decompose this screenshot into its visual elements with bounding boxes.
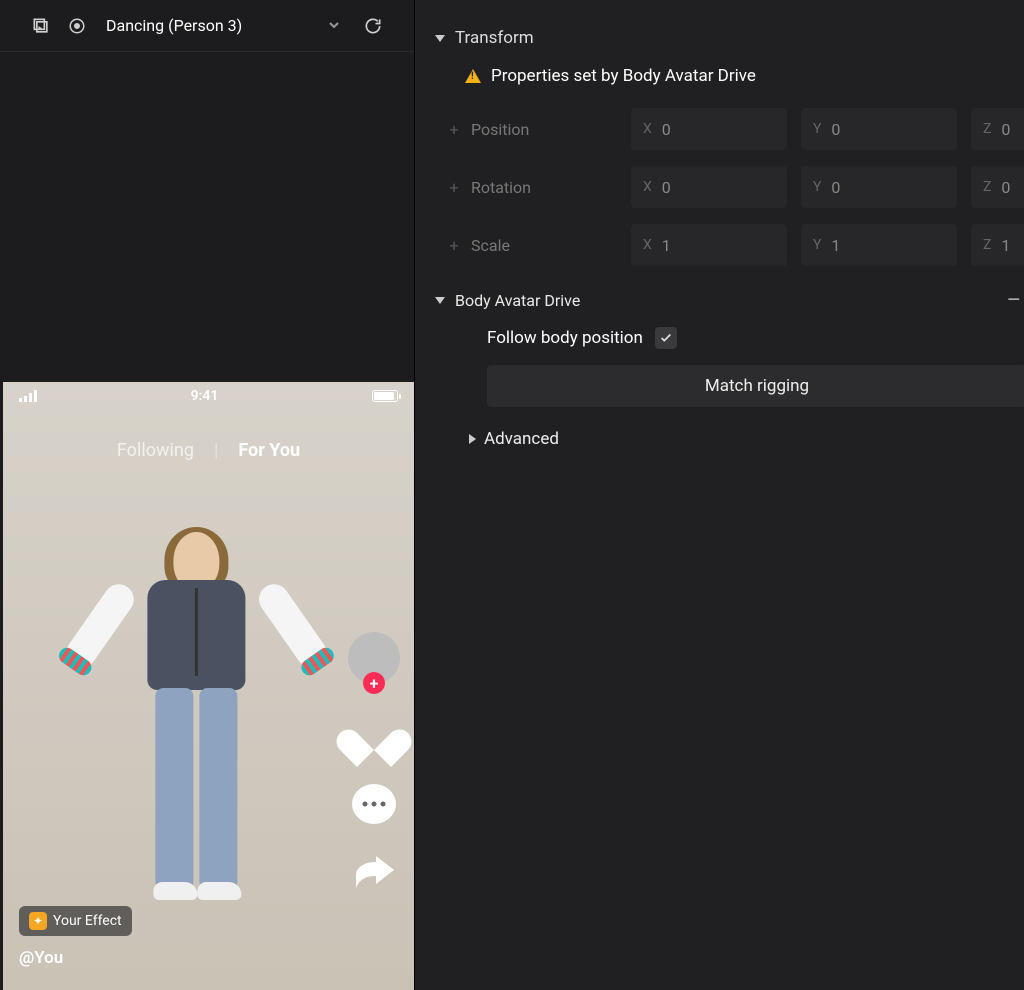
battery-icon	[372, 390, 398, 402]
refresh-icon[interactable]	[362, 15, 384, 37]
rotation-label: Rotation	[471, 178, 621, 197]
follow-body-position-checkbox[interactable]	[655, 327, 677, 349]
follow-plus-icon[interactable]: +	[363, 672, 385, 694]
preview-source-dropdown[interactable]: Dancing (Person 3)	[102, 10, 348, 42]
rotation-y-input[interactable]: Y0	[801, 166, 957, 208]
transform-title: Transform	[455, 28, 534, 48]
remove-component-icon[interactable]: –	[1007, 288, 1024, 313]
body-avatar-drive-title: Body Avatar Drive	[455, 291, 580, 310]
scale-y-input[interactable]: Y1	[801, 224, 957, 266]
scale-label: Scale	[471, 236, 621, 255]
phone-statusbar: 9:41	[3, 388, 414, 404]
share-icon[interactable]	[352, 854, 396, 892]
like-icon[interactable]	[352, 714, 396, 754]
chevron-down-icon	[328, 16, 340, 35]
position-z-input[interactable]: Z0	[971, 108, 1024, 150]
position-label: Position	[471, 120, 621, 139]
username-label: @You	[19, 948, 63, 968]
dropdown-label: Dancing (Person 3)	[106, 16, 242, 35]
feed-action-rail: +	[348, 632, 400, 892]
match-rigging-label: Match rigging	[705, 376, 809, 396]
profile-avatar[interactable]: +	[348, 632, 400, 684]
position-row: + Position X0 Y0 Z0	[435, 100, 1024, 158]
preview-panel: Dancing (Person 3) 9:41 Following | For …	[0, 0, 415, 990]
inspector-panel: Transform Properties set by Body Avatar …	[415, 0, 1024, 990]
caret-down-icon	[435, 35, 445, 42]
tab-for-you[interactable]: For You	[238, 440, 300, 461]
advanced-section-header[interactable]: Advanced	[435, 407, 1024, 449]
advanced-title: Advanced	[484, 429, 559, 449]
warning-text: Properties set by Body Avatar Drive	[491, 66, 756, 86]
preview-empty-area	[0, 52, 414, 382]
transform-section-header[interactable]: Transform	[435, 16, 1024, 60]
position-x-input[interactable]: X0	[631, 108, 787, 150]
status-time: 9:41	[191, 388, 219, 404]
add-keyframe-icon[interactable]: +	[447, 178, 461, 197]
scale-row: + Scale X1 Y1 Z1	[435, 216, 1024, 274]
rotation-x-input[interactable]: X0	[631, 166, 787, 208]
rotation-z-input[interactable]: Z0	[971, 166, 1024, 208]
layers-icon[interactable]	[30, 15, 52, 37]
caret-down-icon	[435, 297, 445, 304]
effect-badge-label: Your Effect	[53, 913, 122, 929]
phone-preview: 9:41 Following | For You +	[3, 382, 414, 990]
scale-x-input[interactable]: X1	[631, 224, 787, 266]
effect-badge[interactable]: ✦ Your Effect	[19, 906, 132, 936]
scale-z-input[interactable]: Z1	[971, 224, 1024, 266]
feed-tabs: Following | For You	[3, 440, 414, 461]
tab-divider: |	[214, 440, 218, 461]
caret-right-icon	[469, 434, 476, 444]
tab-following[interactable]: Following	[117, 440, 194, 461]
add-keyframe-icon[interactable]: +	[447, 236, 461, 255]
record-icon[interactable]	[66, 15, 88, 37]
warning-icon	[465, 69, 481, 83]
sparkle-icon: ✦	[29, 912, 47, 930]
preview-toolbar: Dancing (Person 3)	[0, 0, 414, 52]
avatar-preview-figure	[106, 532, 286, 912]
position-y-input[interactable]: Y0	[801, 108, 957, 150]
transform-warning: Properties set by Body Avatar Drive	[435, 60, 1024, 100]
follow-body-position-row: Follow body position	[435, 323, 1024, 365]
body-avatar-drive-header[interactable]: Body Avatar Drive –	[435, 274, 1024, 323]
add-keyframe-icon[interactable]: +	[447, 120, 461, 139]
signal-icon	[19, 390, 37, 402]
comment-icon[interactable]	[352, 784, 396, 824]
rotation-row: + Rotation X0 Y0 Z0	[435, 158, 1024, 216]
match-rigging-button[interactable]: Match rigging	[487, 365, 1024, 407]
follow-body-position-label: Follow body position	[487, 328, 643, 348]
